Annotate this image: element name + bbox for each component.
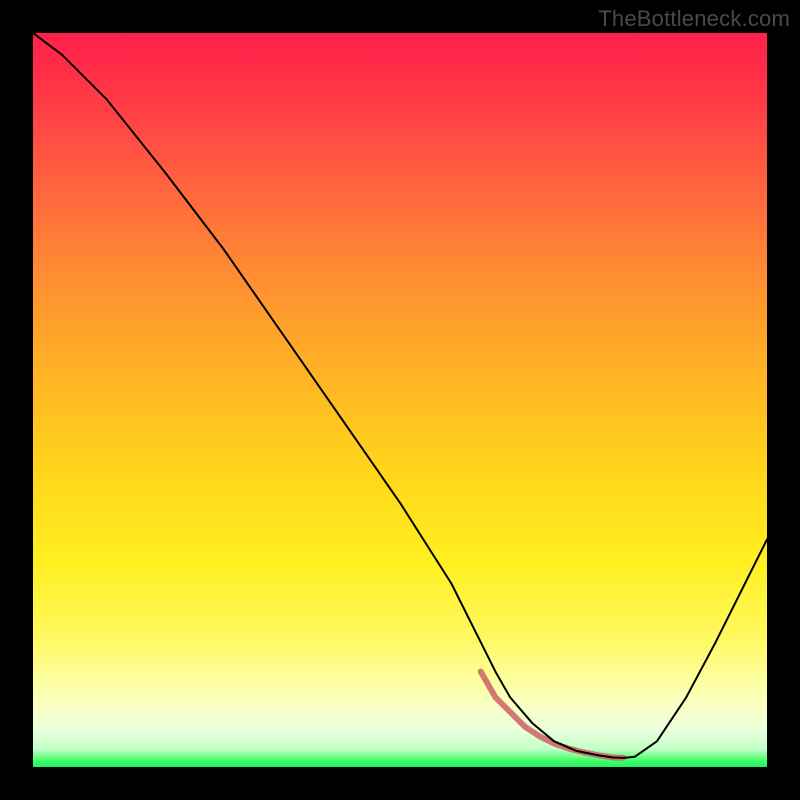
bottleneck-curve-line — [33, 33, 767, 758]
chart-container: TheBottleneck.com — [0, 0, 800, 800]
watermark-text: TheBottleneck.com — [598, 6, 790, 32]
chart-svg — [33, 33, 767, 767]
plot-area — [33, 33, 767, 767]
